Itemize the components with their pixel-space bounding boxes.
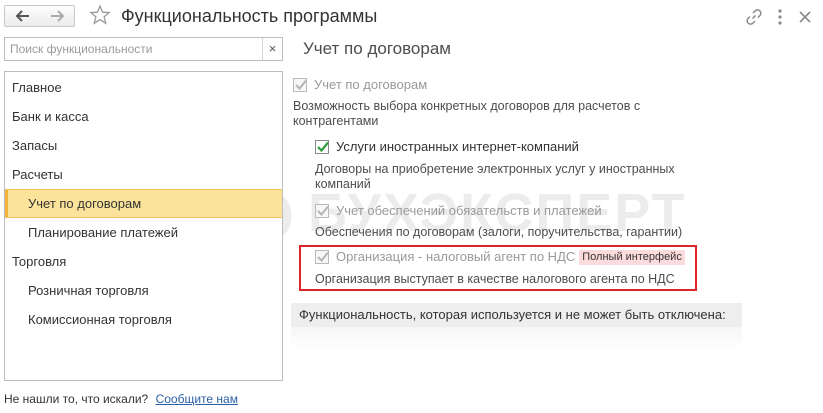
checkbox[interactable]: [315, 250, 329, 264]
back-button[interactable]: [4, 5, 40, 27]
option-obligations-security: Учет обеспечений обязательств и платежей: [315, 203, 735, 221]
section-title: Учет по договорам: [303, 39, 451, 58]
arrow-left-icon: [15, 10, 29, 22]
checkbox-label: Организация - налоговый агент по НДС Полн…: [336, 249, 685, 265]
sidebar-item-contracts[interactable]: Учет по договорам: [5, 189, 282, 218]
option-description: Обеспечения по договорам (залоги, поручи…: [315, 225, 683, 239]
sidebar-item-stock[interactable]: Запасы: [5, 131, 282, 160]
forward-button[interactable]: [39, 5, 75, 27]
used-functionality-area: [291, 327, 742, 351]
checkmark-icon: [317, 251, 329, 262]
sidebar-item-trade[interactable]: Торговля: [5, 247, 282, 276]
star-icon[interactable]: [89, 4, 111, 26]
checkbox[interactable]: [293, 78, 307, 92]
checkmark-icon: [295, 79, 307, 90]
checkbox-label: Учет по договорам: [314, 77, 428, 92]
sidebar-item-bank[interactable]: Банк и касса: [5, 102, 282, 131]
checkbox-label: Учет обеспечений обязательств и платежей: [336, 203, 602, 218]
sidebar: Главное Банк и касса Запасы Расчеты Учет…: [4, 71, 283, 381]
sidebar-item-payment-planning[interactable]: Планирование платежей: [5, 218, 282, 247]
window-title: Функциональность программы: [121, 6, 378, 26]
search-clear-button[interactable]: ×: [262, 38, 282, 60]
option-tax-agent-vat: Организация - налоговый агент по НДС Полн…: [315, 249, 695, 267]
option-description: Организация выступает в качестве налогов…: [315, 272, 675, 286]
title-bar: Функциональность программы: [0, 0, 823, 34]
footer: Не нашли то, что искали? Сообщите нам: [4, 392, 238, 406]
more-vertical-icon[interactable]: [770, 7, 790, 27]
checkbox-label-text: Организация - налоговый агент по НДС: [336, 249, 576, 264]
used-functionality-header: Функциональность, которая используется и…: [291, 303, 742, 327]
footer-question: Не нашли то, что искали?: [4, 392, 149, 406]
checkbox-label: Услуги иностранных интернет-компаний: [336, 139, 579, 154]
search-input[interactable]: [5, 38, 263, 60]
sidebar-item-retail[interactable]: Розничная торговля: [5, 276, 282, 305]
sidebar-item-main[interactable]: Главное: [5, 73, 282, 102]
option-description: Договоры на приобретение электронных усл…: [315, 162, 675, 191]
link-icon[interactable]: [744, 7, 764, 27]
arrow-right-icon: [51, 10, 65, 22]
checkmark-icon: [317, 141, 329, 153]
checkbox[interactable]: [315, 140, 329, 154]
report-link[interactable]: Сообщите нам: [156, 392, 238, 406]
sidebar-item-label: Учет по договорам: [28, 196, 142, 211]
option-foreign-services: Услуги иностранных интернет-компаний: [315, 139, 735, 157]
sidebar-item-settlements[interactable]: Расчеты: [5, 160, 282, 189]
close-icon[interactable]: [795, 7, 815, 27]
checkmark-icon: [317, 205, 329, 216]
search-box: ×: [4, 37, 283, 61]
sidebar-item-commission[interactable]: Комиссионная торговля: [5, 305, 282, 334]
option-description: Возможность выбора конкретных договоров …: [293, 99, 641, 128]
checkbox[interactable]: [315, 204, 329, 218]
selection-marker: [5, 190, 8, 217]
full-interface-badge: Полный интерфейс: [579, 250, 685, 265]
option-contract-accounting: Учет по договорам: [293, 77, 733, 95]
